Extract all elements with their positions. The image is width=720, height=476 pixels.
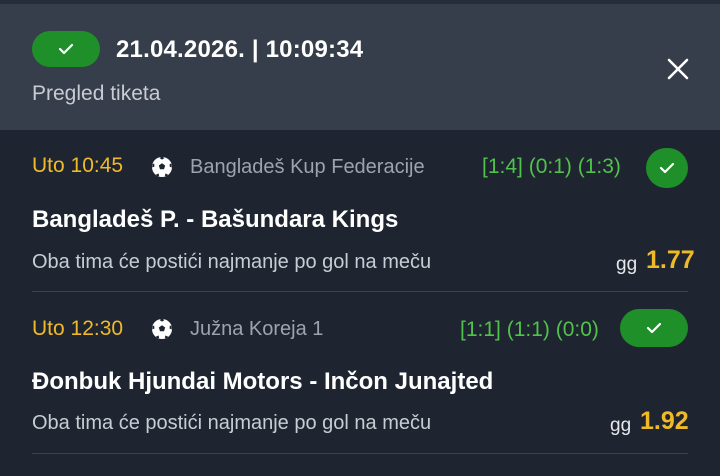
match-score: [1:4] (0:1) (1:3) <box>482 155 621 178</box>
bet-pick: gg <box>610 415 632 436</box>
match-time: Uto 10:45 <box>32 154 124 177</box>
match-time: Uto 12:30 <box>32 317 124 340</box>
ticket-match[interactable]: Uto 10:45 Bangladeš Kup Federacije [1:4]… <box>0 130 720 292</box>
match-won-badge <box>620 309 688 347</box>
ticket-match[interactable]: Uto 12:30 Južna Koreja 1 [1:1] (1:1) (0:… <box>0 292 720 454</box>
check-icon <box>646 322 662 334</box>
match-league: Bangladeš Kup Federacije <box>190 156 425 178</box>
match-league: Južna Koreja 1 <box>190 318 324 340</box>
ticket-header: 21.04.2026. | 10:09:34 Pregled tiketa <box>0 4 720 130</box>
match-teams: Bangladeš P. - Bašundara Kings <box>32 206 399 233</box>
check-icon <box>659 162 675 174</box>
close-button[interactable] <box>662 53 694 85</box>
match-won-badge <box>646 148 688 188</box>
match-teams: Đonbuk Hjundai Motors - Inčon Junajted <box>32 368 494 395</box>
ticket-subtitle: Pregled tiketa <box>32 82 161 105</box>
ticket-status-badge <box>32 31 100 67</box>
match-score: [1:1] (1:1) (0:0) <box>460 318 599 341</box>
bet-pick: gg <box>616 254 638 275</box>
check-icon <box>58 43 74 55</box>
bet-odds: 1.77 <box>646 246 695 274</box>
bet-odds: 1.92 <box>640 407 689 435</box>
close-icon <box>667 58 689 80</box>
soccer-ball-icon <box>151 318 173 340</box>
soccer-ball-icon <box>151 156 173 178</box>
bet-market: Oba tima će postići najmanje po gol na m… <box>32 412 432 434</box>
bet-market: Oba tima će postići najmanje po gol na m… <box>32 251 432 273</box>
ticket-datetime: 21.04.2026. | 10:09:34 <box>116 36 364 63</box>
divider <box>32 453 688 454</box>
